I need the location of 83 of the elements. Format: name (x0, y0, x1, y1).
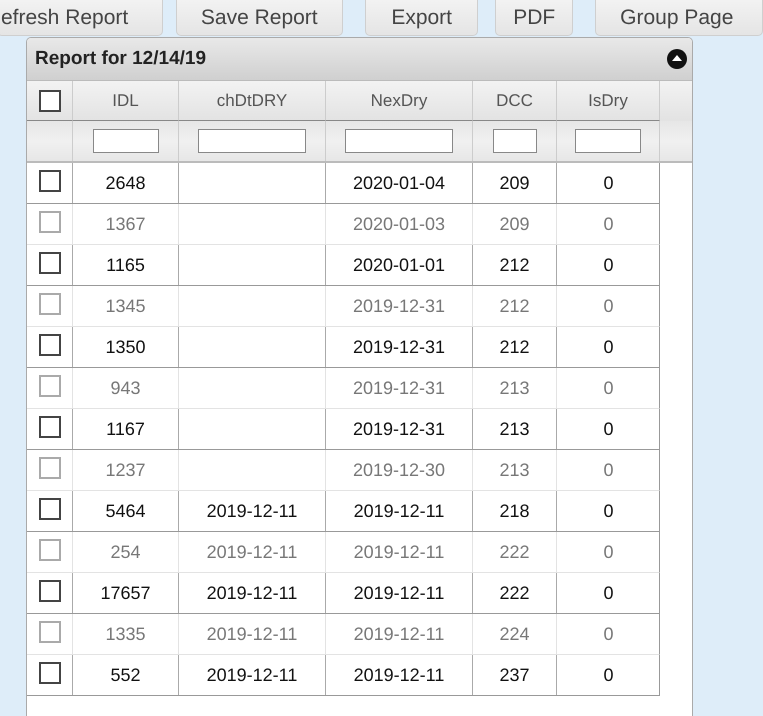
row-checkbox[interactable] (38, 498, 60, 520)
table-cell: 2019-12-30 (352, 460, 446, 480)
table-cell: 0 (603, 624, 614, 644)
table-cell: 1350 (105, 336, 146, 358)
table-cell: 2019-12-11 (354, 664, 444, 686)
table-cell: 1167 (106, 418, 145, 440)
row-checkbox[interactable] (38, 457, 60, 479)
table-cell: 209 (499, 172, 530, 194)
table-cell: 1345 (105, 296, 146, 316)
row-checkbox[interactable] (38, 416, 60, 438)
table-cell: 0 (603, 542, 614, 562)
table-cell: 222 (499, 582, 530, 604)
row-checkbox[interactable] (38, 621, 60, 643)
table-cell: 2019-12-11 (206, 500, 298, 522)
table-cell: 1367 (105, 214, 146, 234)
table-cell: 2019-12-11 (354, 542, 444, 562)
table-cell: 254 (110, 542, 141, 562)
table-cell: 0 (603, 378, 614, 398)
table-cell: 1335 (105, 624, 146, 644)
toolbar-button[interactable]: Export (365, 0, 478, 36)
table-cell: 209 (499, 214, 530, 234)
table-cell: 943 (110, 378, 141, 398)
panel-title: Report for 12/14/19 (35, 48, 206, 70)
table-cell: 2019-12-31 (352, 296, 446, 316)
table-cell: 0 (603, 664, 614, 686)
table-cell: 0 (603, 214, 614, 234)
toolbar-button[interactable]: Group Page (595, 0, 763, 36)
table-cell: 2020-01-01 (352, 254, 446, 276)
table-cell: 2019-12-31 (352, 378, 446, 398)
table-cell: 2019-12-11 (354, 500, 444, 522)
table-cell: 212 (499, 254, 530, 276)
row-checkbox[interactable] (38, 293, 60, 315)
table-cell: 2020-01-03 (352, 214, 446, 234)
table-cell: 213 (499, 378, 530, 398)
filter-field[interactable] (575, 129, 641, 153)
filter-field[interactable] (92, 129, 158, 153)
table-cell: 212 (499, 336, 530, 358)
table-cell: 213 (499, 418, 530, 440)
table-cell: 552 (110, 664, 141, 686)
table-cell: 0 (603, 582, 614, 604)
row-checkbox[interactable] (38, 211, 60, 233)
table-cell: 2019-12-11 (206, 542, 298, 562)
table-cell: 0 (603, 418, 614, 440)
row-checkbox[interactable] (38, 252, 60, 274)
table-cell: 218 (499, 500, 530, 522)
table-cell: 212 (499, 296, 530, 316)
table-cell: 0 (603, 500, 614, 522)
select-all-checkbox[interactable] (38, 90, 60, 112)
table-cell: 0 (603, 460, 614, 480)
row-checkbox[interactable] (38, 580, 60, 602)
toolbar-button[interactable]: efresh Report (0, 0, 163, 36)
table-cell: 2019-12-11 (206, 624, 298, 644)
table-cell: 222 (499, 542, 530, 562)
filter-field[interactable] (492, 129, 536, 153)
filter-field[interactable] (198, 129, 306, 153)
table-cell: 0 (603, 172, 614, 194)
table-cell: 0 (603, 254, 614, 276)
row-checkbox[interactable] (38, 334, 60, 356)
table-cell: 2019-12-11 (206, 582, 298, 604)
row-checkbox[interactable] (38, 170, 60, 192)
table-cell: 5464 (105, 500, 146, 522)
collapse-icon[interactable] (667, 49, 687, 69)
filter-field[interactable] (345, 129, 453, 153)
table-cell: 2019-12-31 (352, 418, 446, 440)
row-checkbox[interactable] (38, 375, 60, 397)
table-cell: 17657 (100, 582, 151, 604)
table-cell: 0 (603, 336, 614, 358)
table-cell: 0 (603, 296, 614, 316)
table-cell: 2019-12-11 (206, 664, 298, 686)
table-cell: 2648 (105, 172, 146, 194)
table-cell: 237 (499, 664, 530, 686)
row-checkbox[interactable] (38, 662, 60, 684)
table-cell: 2020-01-04 (352, 172, 446, 194)
table-cell: 1165 (106, 254, 145, 276)
table-cell: 213 (499, 460, 530, 480)
table-cell: 2019-12-11 (354, 582, 444, 604)
table-cell: 2019-12-11 (354, 624, 444, 644)
table-cell: 224 (499, 624, 530, 644)
row-checkbox[interactable] (38, 539, 60, 561)
table-cell: 2019-12-31 (352, 336, 446, 358)
toolbar-button[interactable]: PDF (495, 0, 574, 36)
table-cell: 1237 (105, 460, 146, 480)
toolbar-button[interactable]: Save Report (176, 0, 344, 36)
